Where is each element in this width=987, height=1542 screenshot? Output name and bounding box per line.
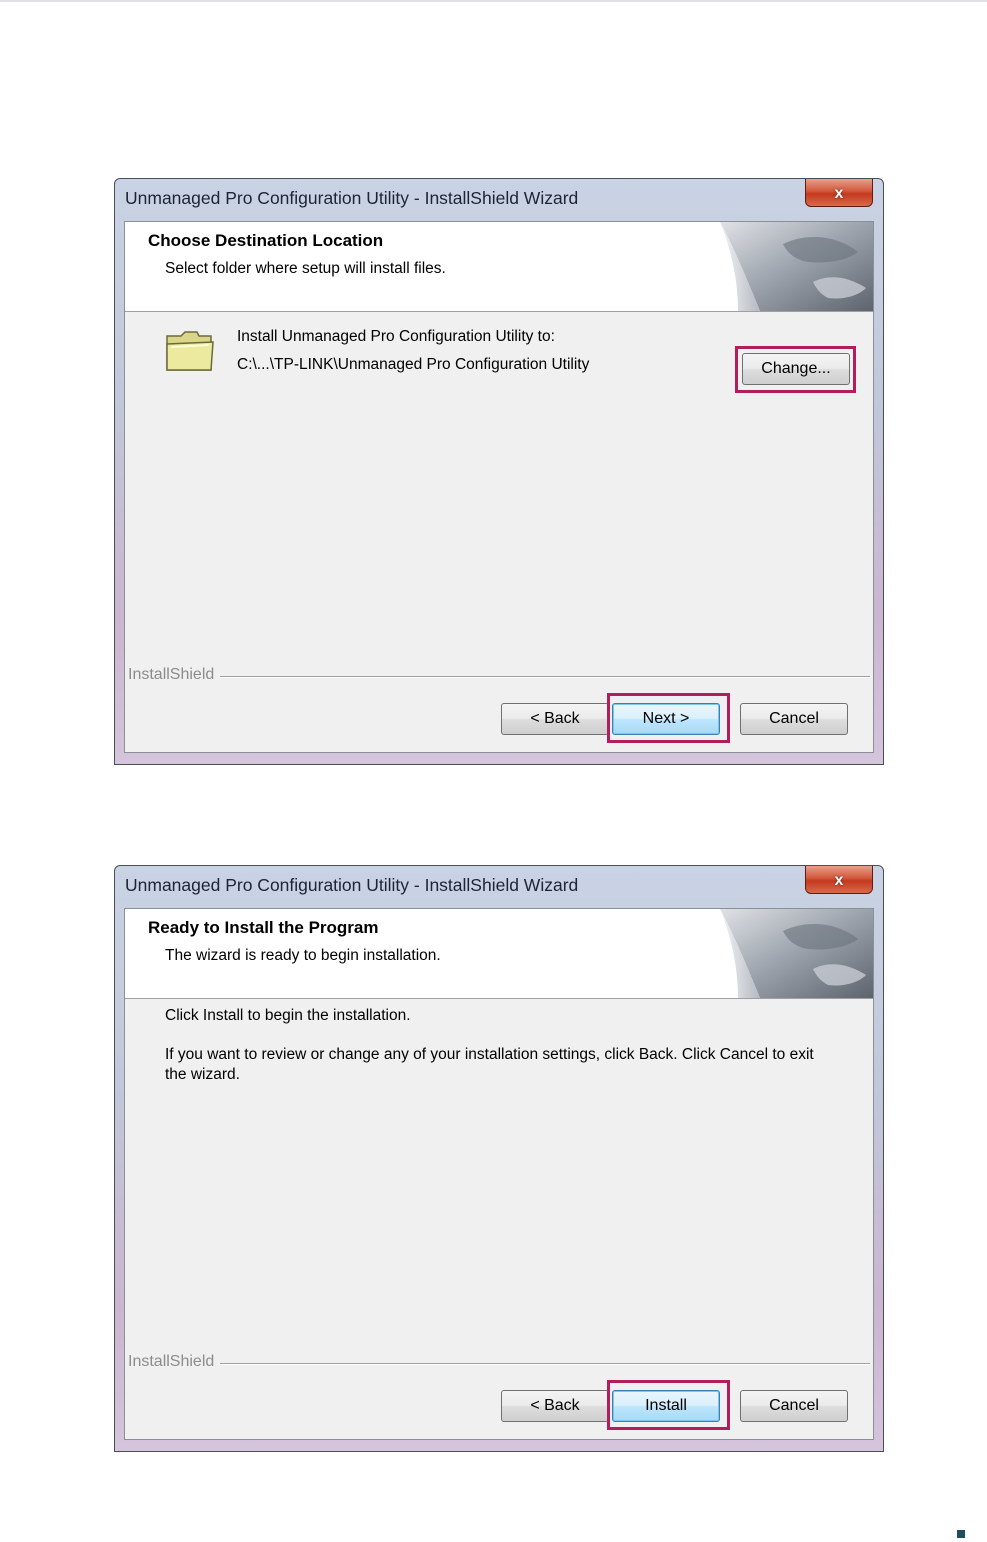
- brand-divider: [220, 1363, 870, 1365]
- review-instruction-line1: If you want to review or change any of y…: [165, 1046, 814, 1063]
- header-subtitle: Select folder where setup will install f…: [165, 260, 446, 277]
- install-to-label: Install Unmanaged Pro Configuration Util…: [237, 328, 555, 345]
- back-button[interactable]: < Back: [501, 1390, 609, 1422]
- review-instruction-line2: the wizard.: [165, 1066, 240, 1083]
- back-button[interactable]: < Back: [501, 703, 609, 735]
- install-button[interactable]: Install: [612, 1390, 720, 1422]
- cancel-button[interactable]: Cancel: [740, 703, 848, 735]
- close-button[interactable]: x: [805, 179, 873, 207]
- window-title: Unmanaged Pro Configuration Utility - In…: [125, 188, 579, 208]
- page-marker: [957, 1530, 965, 1538]
- header-title: Choose Destination Location: [148, 231, 384, 250]
- close-icon: x: [834, 871, 844, 889]
- wizard-client-area: Choose Destination Location Select folde…: [124, 221, 874, 753]
- next-button[interactable]: Next >: [612, 703, 720, 735]
- install-path: C:\...\TP-LINK\Unmanaged Pro Configurati…: [237, 356, 590, 373]
- install-instruction: Click Install to begin the installation.: [165, 1007, 411, 1024]
- brand-divider: [220, 676, 870, 678]
- close-icon: x: [834, 184, 844, 202]
- wizard-client-area: Ready to Install the Program The wizard …: [124, 908, 874, 1440]
- window-title: Unmanaged Pro Configuration Utility - In…: [125, 875, 579, 895]
- installshield-window-ready: Unmanaged Pro Configuration Utility - In…: [114, 865, 884, 1452]
- installshield-page-curl-art: [720, 909, 873, 998]
- change-button[interactable]: Change...: [742, 353, 850, 385]
- page-top-rule: [0, 0, 987, 2]
- installshield-brand: InstallShield: [128, 666, 215, 683]
- wizard-header: Choose Destination Location Select folde…: [125, 222, 873, 312]
- folder-icon: [166, 331, 214, 371]
- header-subtitle: The wizard is ready to begin installatio…: [165, 947, 441, 964]
- installshield-window-destination: Unmanaged Pro Configuration Utility - In…: [114, 178, 884, 765]
- cancel-button[interactable]: Cancel: [740, 1390, 848, 1422]
- installshield-brand: InstallShield: [128, 1353, 215, 1370]
- header-title: Ready to Install the Program: [148, 918, 379, 937]
- close-button[interactable]: x: [805, 866, 873, 894]
- installshield-page-curl-art: [720, 222, 873, 311]
- wizard-header: Ready to Install the Program The wizard …: [125, 909, 873, 999]
